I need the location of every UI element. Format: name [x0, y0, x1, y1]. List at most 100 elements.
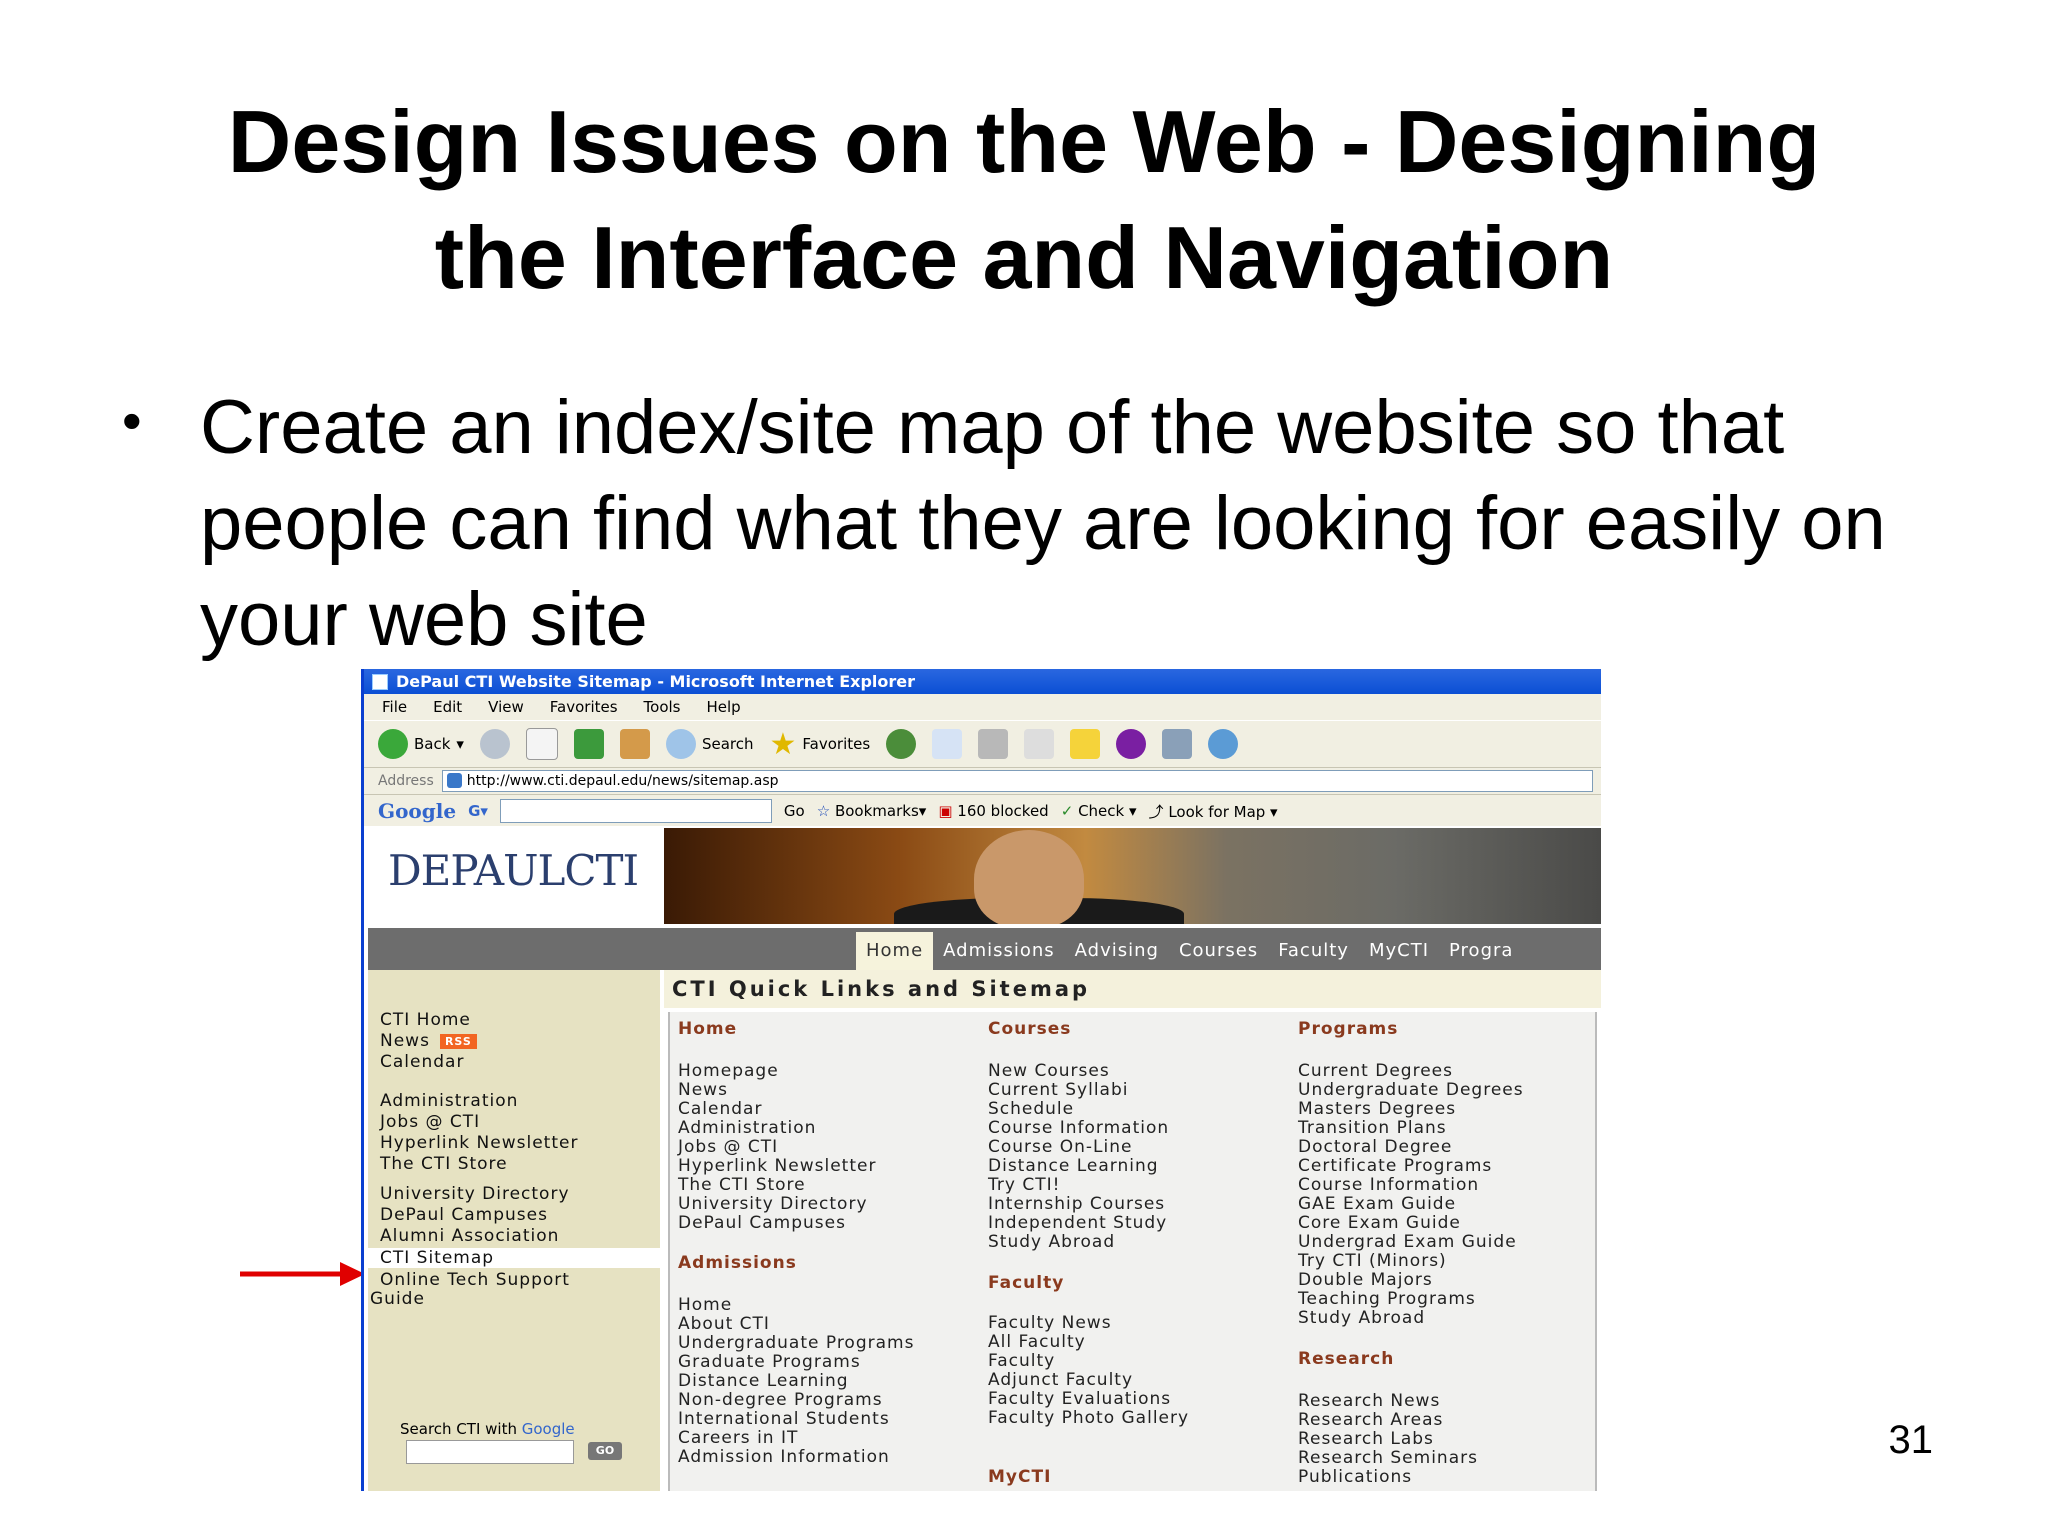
sitemap-link[interactable]: All Faculty [988, 1333, 1086, 1352]
left-link-alumni-association[interactable]: Alumni Association [380, 1226, 559, 1246]
sitemap-link[interactable]: Faculty [988, 1352, 1055, 1371]
sitemap-link[interactable]: Study Abroad [988, 1233, 1115, 1252]
favorites-button[interactable]: ★ Favorites [770, 727, 871, 762]
back-button[interactable]: Back ▾ [378, 729, 464, 759]
home-icon[interactable] [619, 729, 650, 759]
google-search-input[interactable] [499, 799, 772, 823]
left-link-cti-store[interactable]: The CTI Store [380, 1154, 508, 1174]
sitemap-heading-admissions[interactable]: Admissions [678, 1254, 797, 1273]
sitemap-link[interactable]: Faculty News [988, 1314, 1112, 1333]
sitemap-link[interactable]: Current Syllabi [988, 1081, 1128, 1100]
left-link-hyperlink-newsletter[interactable]: Hyperlink Newsletter [380, 1133, 578, 1153]
sitemap-link[interactable]: International Students [678, 1410, 890, 1429]
sitemap-link[interactable]: Admission Information [678, 1448, 890, 1467]
sitemap-link[interactable]: Double Majors [1298, 1271, 1433, 1290]
nav-tab-faculty[interactable]: Faculty [1268, 932, 1359, 970]
sitemap-heading-research[interactable]: Research [1298, 1350, 1394, 1369]
nav-tab-mycti[interactable]: MyCTI [1359, 932, 1439, 970]
left-link-cti-sitemap[interactable]: CTI Sitemap [368, 1248, 660, 1268]
forward-icon[interactable] [479, 729, 510, 759]
left-link-depaul-campuses[interactable]: DePaul Campuses [380, 1205, 548, 1225]
sitemap-link[interactable]: University Directory [678, 1195, 868, 1214]
nav-tab-admissions[interactable]: Admissions [933, 932, 1065, 970]
sitemap-link[interactable]: GAE Exam Guide [1298, 1195, 1456, 1214]
look-for-map-button[interactable]: ⤴ Look for Map ▾ [1149, 801, 1278, 822]
sitemap-link[interactable]: Publications [1298, 1468, 1412, 1487]
media-icon[interactable] [886, 729, 917, 759]
sitemap-link[interactable]: Home [678, 1296, 732, 1315]
sitemap-link[interactable]: Course Information [988, 1119, 1169, 1138]
menu-favorites[interactable]: Favorites [550, 698, 618, 716]
nav-tab-home[interactable]: Home [856, 932, 934, 970]
sitemap-link[interactable]: New Courses [988, 1062, 1110, 1081]
refresh-icon[interactable] [573, 729, 604, 759]
sitemap-link[interactable]: Hyperlink Newsletter [678, 1157, 876, 1176]
sitemap-link[interactable]: Faculty Evaluations [988, 1390, 1171, 1409]
sitemap-link[interactable]: Undergrad Exam Guide [1298, 1233, 1517, 1252]
sitemap-link[interactable]: Try CTI! [988, 1176, 1060, 1195]
sitemap-link[interactable]: Careers in IT [678, 1429, 798, 1448]
menu-tools[interactable]: Tools [644, 698, 681, 716]
nav-tab-advising[interactable]: Advising [1065, 932, 1169, 970]
menu-view[interactable]: View [488, 698, 524, 716]
sitemap-link[interactable]: Faculty Photo Gallery [988, 1409, 1189, 1428]
sitemap-link[interactable]: Current Degrees [1298, 1062, 1453, 1081]
sitemap-heading-faculty[interactable]: Faculty [988, 1274, 1064, 1293]
sitemap-link[interactable]: The CTI Store [678, 1176, 806, 1195]
menu-file[interactable]: File [382, 698, 407, 716]
sitemap-heading-programs[interactable]: Programs [1298, 1020, 1398, 1039]
sitemap-link[interactable]: Teaching Programs [1298, 1290, 1476, 1309]
print-icon[interactable] [978, 729, 1009, 759]
sitemap-link[interactable]: Undergraduate Degrees [1298, 1081, 1524, 1100]
sitemap-link[interactable]: Research Areas [1298, 1411, 1443, 1430]
popup-blocked-indicator[interactable]: ▣ 160 blocked [938, 802, 1048, 820]
nav-tab-courses[interactable]: Courses [1169, 932, 1268, 970]
left-link-news[interactable]: News RSS [380, 1031, 477, 1051]
sitemap-link[interactable]: Research Seminars [1298, 1449, 1478, 1468]
menu-help[interactable]: Help [707, 698, 741, 716]
site-search-input[interactable] [406, 1440, 574, 1464]
sitemap-link[interactable]: Distance Learning [678, 1372, 849, 1391]
google-bookmarks-button[interactable]: ☆ Bookmarks▾ [817, 802, 927, 820]
sitemap-link[interactable]: Internship Courses [988, 1195, 1165, 1214]
sitemap-link[interactable]: Calendar [678, 1100, 762, 1119]
sitemap-link[interactable]: Course On-Line [988, 1138, 1132, 1157]
window-titlebar[interactable]: DePaul CTI Website Sitemap - Microsoft I… [364, 669, 1601, 694]
discuss-icon[interactable] [1070, 729, 1101, 759]
sitemap-heading-mycti[interactable]: MyCTI [988, 1468, 1051, 1487]
google-g-button[interactable]: G▾ [468, 802, 488, 820]
left-link-online-tech-support[interactable]: Online Tech Support [380, 1270, 570, 1290]
search-button[interactable]: Search [665, 729, 754, 759]
left-link-guide[interactable]: Guide [370, 1289, 425, 1309]
google-go-button[interactable]: Go [784, 802, 805, 820]
sitemap-link[interactable]: Core Exam Guide [1298, 1214, 1461, 1233]
spellcheck-button[interactable]: ✓ Check ▾ [1061, 802, 1137, 820]
sitemap-link[interactable]: Schedule [988, 1100, 1074, 1119]
left-link-calendar[interactable]: Calendar [380, 1052, 464, 1072]
sitemap-link[interactable]: Try CTI (Minors) [1298, 1252, 1447, 1271]
sitemap-link[interactable]: Non-degree Programs [678, 1391, 883, 1410]
rss-badge[interactable]: RSS [439, 1033, 477, 1049]
sitemap-link[interactable]: Administration [678, 1119, 816, 1138]
yahoo-icon[interactable] [1116, 729, 1147, 759]
left-link-university-directory[interactable]: University Directory [380, 1184, 570, 1204]
sitemap-link[interactable]: Masters Degrees [1298, 1100, 1456, 1119]
sitemap-link[interactable]: Adjunct Faculty [988, 1371, 1133, 1390]
depaul-cti-logo[interactable]: DEPAULCTI [388, 846, 639, 895]
sitemap-link[interactable]: Independent Study [988, 1214, 1167, 1233]
sitemap-link[interactable]: News [678, 1081, 728, 1100]
sitemap-link[interactable]: Transition Plans [1298, 1119, 1447, 1138]
sitemap-link[interactable]: Doctoral Degree [1298, 1138, 1452, 1157]
sitemap-link[interactable]: DePaul Campuses [678, 1214, 846, 1233]
sitemap-link[interactable]: Certificate Programs [1298, 1157, 1492, 1176]
sitemap-link[interactable]: Jobs @ CTI [678, 1138, 778, 1157]
research-icon[interactable] [1162, 729, 1193, 759]
nav-tab-programs[interactable]: Progra [1439, 932, 1523, 970]
stop-icon[interactable] [525, 728, 558, 760]
sitemap-heading-courses[interactable]: Courses [988, 1020, 1071, 1039]
sitemap-link[interactable]: Homepage [678, 1062, 779, 1081]
edit-icon[interactable] [1024, 729, 1055, 759]
sitemap-link[interactable]: About CTI [678, 1315, 770, 1334]
left-link-jobs[interactable]: Jobs @ CTI [380, 1112, 480, 1132]
sitemap-link[interactable]: Distance Learning [988, 1157, 1159, 1176]
